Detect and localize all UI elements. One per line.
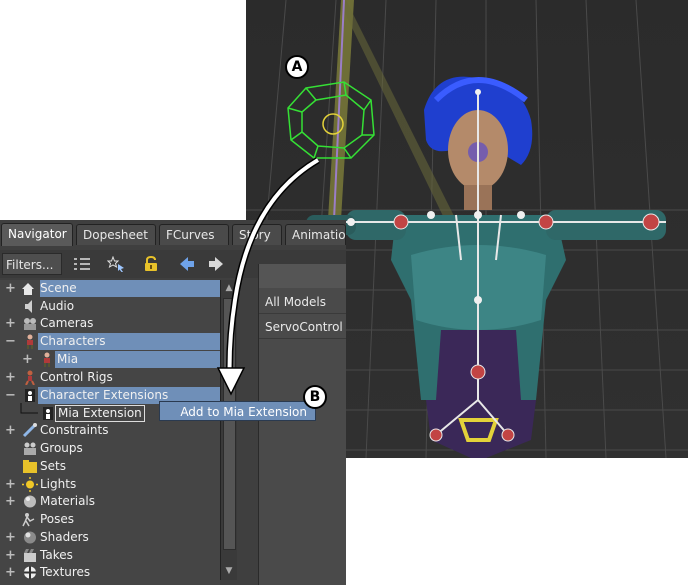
callout-a: A [285,55,309,79]
tree-item-label: Characters [38,333,108,350]
arrow-right-icon[interactable] [207,256,225,272]
expand-toggle[interactable]: + [5,493,16,510]
character-icon [44,352,50,367]
scroll-thumb[interactable] [223,298,236,550]
tree-item-label: Shaders [40,530,89,544]
light-icon [22,477,38,492]
expand-toggle[interactable]: + [5,369,16,386]
tree-item-label: Control Rigs [40,370,113,384]
expand-toggle[interactable]: + [5,529,16,546]
list-item-all-models[interactable]: All Models [259,290,346,314]
arrow-left-icon[interactable] [178,256,196,272]
tree-item-label: Lights [40,477,77,491]
groups-icon [24,442,36,455]
tree-item-label: Groups [40,441,83,455]
tab-fcurves[interactable]: FCurves [159,224,229,245]
tab-navigator[interactable]: Navigator [1,223,73,246]
audio-icon [25,300,32,313]
sets-icon [23,460,37,473]
scene-tree: + Scene Audio + Cameras − Characters + M… [0,280,220,585]
control-rig-icon [25,370,35,385]
expand-toggle[interactable]: + [5,280,16,297]
tab-animation[interactable]: Animation [285,224,346,245]
tree-connector-line [20,403,38,414]
select-star-icon[interactable] [107,256,125,272]
collapse-toggle[interactable]: − [5,387,16,404]
expand-toggle[interactable]: + [5,422,16,439]
tab-bar: Navigator Dopesheet FCurves Story Animat… [0,223,346,246]
takes-icon [24,549,36,562]
shader-icon [24,531,36,544]
constraint-icon [22,423,37,438]
scene-icon [22,283,34,295]
tree-item-label: Sets [40,459,66,473]
selection-bar [57,351,220,368]
scroll-down-arrow-icon[interactable]: ▼ [223,564,235,578]
tree-item-label: Mia Extension [55,405,145,422]
list-item-servocontrol[interactable]: ServoControl [259,315,346,339]
lock-icon[interactable] [142,256,160,272]
tree-item-label: Character Extensions [38,387,171,404]
tree-scrollbar[interactable]: ▲ ▼ [220,280,237,580]
scroll-up-arrow-icon[interactable]: ▲ [223,281,235,295]
expand-toggle[interactable]: + [5,315,16,332]
tree-item-label: Cameras [40,316,94,330]
camera-icon [24,318,36,330]
texture-icon [24,566,36,579]
expand-toggle[interactable]: + [22,351,33,368]
expand-toggle[interactable]: + [5,564,16,581]
properties-pane: All Models ServoControl [258,264,346,585]
material-icon [24,495,36,508]
context-menu-add-to-extension[interactable]: Add to Mia Extension [159,401,316,421]
filters-button[interactable]: Filters... [2,253,62,275]
tree-item-label: Scene [40,281,77,295]
tree-item-label: Audio [40,299,75,313]
collapse-toggle[interactable]: − [5,333,16,350]
list-view-icon[interactable] [73,256,91,272]
tab-dopesheet[interactable]: Dopesheet [76,224,156,245]
expand-toggle[interactable]: + [5,476,16,493]
tree-item-label: Constraints [40,423,109,437]
callout-b: B [303,385,327,409]
tab-story[interactable]: Story [232,224,282,245]
tree-item-label: Poses [40,512,75,526]
tree-item-label: Materials [40,494,96,508]
tree-item-label: Textures [40,565,91,579]
extension-icon [43,407,53,420]
tree-item-label: Takes [40,548,73,562]
character-icon [27,334,33,349]
extension-icon [25,389,35,402]
tree-item-label: Mia [55,351,81,368]
pose-icon [22,513,35,527]
expand-toggle[interactable]: + [5,547,16,564]
pane-header [259,264,346,288]
